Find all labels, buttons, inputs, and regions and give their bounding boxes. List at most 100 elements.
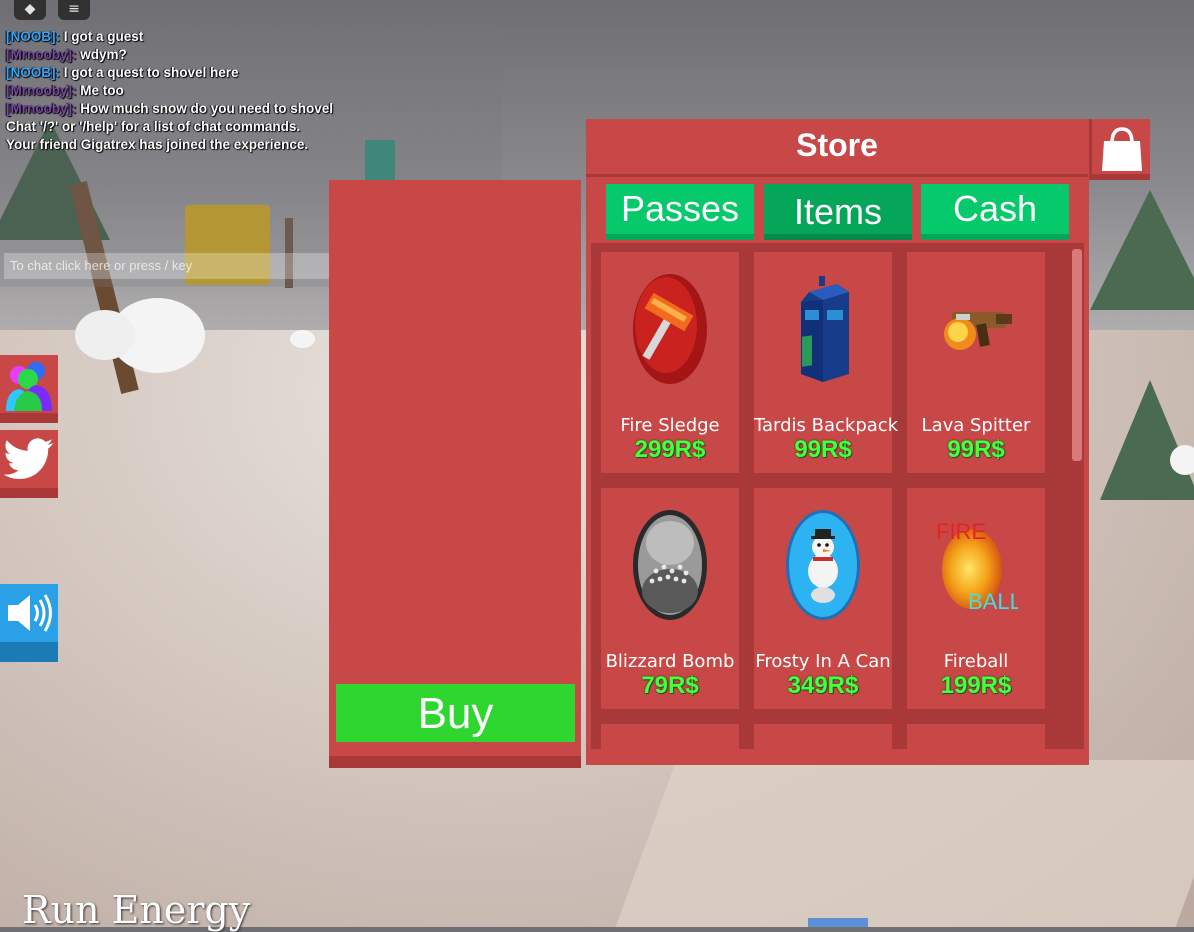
frosty-can-icon	[786, 510, 860, 620]
pine-tree	[1100, 380, 1194, 500]
shopping-bag-icon	[1102, 127, 1142, 171]
items-scrollbar[interactable]	[1072, 249, 1082, 461]
item-price: 79R$	[641, 672, 699, 699]
small-snowman	[290, 330, 315, 348]
pine-tree	[1090, 190, 1194, 310]
item-image	[601, 252, 739, 406]
item-card-frosty-in-a-can[interactable]: Frosty In A Can 349R$	[754, 488, 892, 709]
item-image: FIRE BALL	[907, 488, 1045, 642]
chat-message: [Mrnooby]: How much snow do you need to …	[6, 100, 502, 118]
item-card-lava-spitter[interactable]: Lava Spitter 99R$	[907, 252, 1045, 473]
chat-username[interactable]: [Mrnooby]:	[6, 101, 76, 116]
item-label: Lava Spitter 99R$	[907, 412, 1045, 473]
item-price: 349R$	[787, 672, 859, 699]
store-bag-button[interactable]	[1089, 119, 1150, 180]
tab-passes[interactable]: Passes	[606, 184, 754, 240]
item-name: Tardis Backpack	[754, 415, 899, 436]
sound-button-face	[0, 584, 58, 642]
lava-spitter-icon	[944, 312, 1012, 350]
chat-log: [NOOB]: I got a guest [Mrnooby]: wdym? […	[6, 28, 502, 154]
chat-text: I got a guest	[63, 29, 144, 44]
roblox-logo-icon: ◆	[24, 1, 36, 17]
fire-sledge-icon	[633, 274, 707, 384]
friends-button-lip	[0, 413, 58, 423]
item-label: Tardis Backpack 99R$	[754, 412, 899, 473]
item-image	[601, 488, 739, 642]
chat-message: [Mrnooby]: wdym?	[6, 46, 502, 64]
twitter-bird-icon	[4, 438, 54, 479]
snow-path	[603, 760, 1194, 927]
tab-lip	[606, 234, 754, 240]
friends-icon	[6, 362, 52, 411]
item-card-partial[interactable]	[601, 724, 739, 749]
twitter-button-lip	[0, 488, 58, 498]
item-price: 99R$	[947, 436, 1005, 463]
roblox-menu-button[interactable]: ◆	[14, 0, 46, 20]
friends-button[interactable]	[0, 355, 58, 423]
item-detail-panel: Buy	[329, 180, 581, 768]
item-name: Lava Spitter	[921, 415, 1031, 436]
item-card-partial[interactable]	[754, 724, 892, 749]
item-name: Frosty In A Can	[755, 651, 891, 672]
item-card-fire-sledge[interactable]: Fire Sledge 299R$	[601, 252, 739, 473]
chat-text: How much snow do you need to shovel	[80, 101, 334, 116]
store-panel: Store Passes Items Cash Fire Sledge 299R…	[586, 119, 1089, 765]
store-header: Store	[586, 119, 1088, 177]
item-card-blizzard-bomb[interactable]: Blizzard Bomb 79R$	[601, 488, 739, 709]
chat-icon: ≡	[68, 1, 80, 17]
chat-system-message: Your friend Gigatrex has joined the expe…	[6, 137, 309, 152]
sound-button-lip	[0, 642, 58, 662]
chat-toggle-button[interactable]: ≡	[58, 0, 90, 20]
chat-text: wdym?	[80, 47, 127, 62]
snow-pile	[75, 310, 135, 360]
item-card-tardis-backpack[interactable]: Tardis Backpack 99R$	[754, 252, 899, 473]
tab-lip	[764, 234, 912, 240]
item-label: Fire Sledge 299R$	[601, 412, 739, 473]
detail-panel-lip	[329, 756, 581, 768]
bottom-hud-element	[808, 918, 868, 927]
fireball-text-top: FIRE	[936, 519, 986, 544]
twitter-button-face	[0, 430, 58, 488]
item-name: Blizzard Bomb	[605, 651, 735, 672]
item-label: Blizzard Bomb 79R$	[601, 648, 739, 709]
item-label: Fireball 199R$	[907, 648, 1045, 709]
chat-username[interactable]: [NOOB]:	[6, 29, 60, 44]
item-image	[907, 252, 1045, 406]
chat-message: [NOOB]: I got a quest to shovel here	[6, 64, 502, 82]
tab-lip	[921, 234, 1069, 240]
item-card-partial[interactable]	[907, 724, 1045, 749]
item-name: Fireball	[943, 651, 1009, 672]
sound-toggle-button[interactable]	[0, 584, 58, 662]
chat-text: Me too	[80, 83, 124, 98]
buy-button[interactable]: Buy	[336, 684, 575, 742]
fireball-text-bottom: BALL	[968, 589, 1018, 614]
fireball-icon: FIRE BALL	[936, 519, 1018, 614]
tardis-backpack-icon	[801, 276, 849, 382]
tab-items-label: Items	[793, 191, 882, 232]
bag-button-lip	[1092, 174, 1150, 180]
item-card-fireball[interactable]: FIRE BALL Fireball 199R$	[907, 488, 1045, 709]
store-title: Store	[796, 127, 878, 163]
twitter-codes-button[interactable]	[0, 430, 58, 498]
chat-message: [NOOB]: I got a guest	[6, 28, 502, 46]
tab-items[interactable]: Items	[764, 184, 912, 240]
friends-button-face	[0, 355, 58, 413]
tab-passes-label: Passes	[620, 188, 740, 229]
snowman-right	[1170, 445, 1194, 475]
item-name: Fire Sledge	[620, 415, 720, 436]
chat-text: I got a quest to shovel here	[63, 65, 239, 80]
chat-username[interactable]: [NOOB]:	[6, 65, 60, 80]
chat-username[interactable]: [Mrnooby]:	[6, 47, 76, 62]
item-price: 299R$	[634, 436, 706, 463]
blizzard-bomb-icon	[633, 510, 707, 620]
chat-username[interactable]: [Mrnooby]:	[6, 83, 76, 98]
run-energy-label: Run Energy	[22, 888, 251, 932]
tab-cash[interactable]: Cash	[921, 184, 1069, 240]
item-image	[754, 488, 892, 642]
tab-cash-label: Cash	[952, 188, 1038, 229]
item-price: 199R$	[940, 672, 1012, 699]
speaker-icon	[8, 594, 52, 632]
item-price: 99R$	[794, 436, 852, 463]
items-grid: Fire Sledge 299R$ Tardis Backpack 99R$ L…	[591, 243, 1084, 749]
item-image	[754, 252, 892, 406]
